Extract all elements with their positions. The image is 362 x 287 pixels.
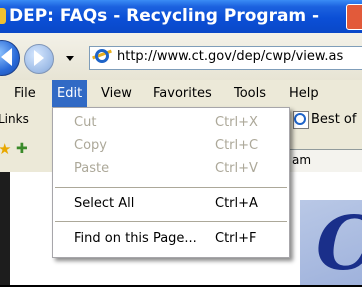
- menu-item-label: Paste: [74, 161, 110, 176]
- menu-item-label: Cut: [74, 115, 97, 130]
- site-logo: C: [316, 204, 362, 284]
- menu-item-label: Find on this Page...: [74, 231, 197, 246]
- menu-item-copy[interactable]: Copy Ctrl+C: [53, 135, 289, 157]
- forward-arrow-icon: [34, 50, 44, 66]
- menu-file[interactable]: File: [9, 80, 41, 107]
- ie-window-icon: [0, 8, 6, 24]
- menu-separator: [55, 221, 287, 222]
- menu-separator: [55, 187, 287, 188]
- menu-item-find[interactable]: Find on this Page... Ctrl+F: [53, 228, 289, 250]
- menu-favorites[interactable]: Favorites: [148, 80, 217, 107]
- history-dropdown-icon[interactable]: [66, 56, 74, 61]
- back-arrow-icon: [1, 48, 12, 66]
- menu-edit[interactable]: Edit: [52, 80, 88, 107]
- menu-item-cut[interactable]: Cut Ctrl+X: [53, 112, 289, 134]
- address-url: http://www.ct.gov/dep/cwp/view.as: [117, 49, 344, 64]
- menu-item-label: Copy: [74, 138, 107, 153]
- links-label: Links: [0, 112, 29, 126]
- menu-item-shortcut: Ctrl+C: [215, 138, 259, 153]
- tab-label: am: [292, 153, 312, 167]
- close-window-button[interactable]: [346, 4, 362, 30]
- add-favorite-icon[interactable]: ✚: [16, 141, 28, 157]
- menu-view[interactable]: View: [96, 80, 137, 107]
- link-best-of[interactable]: Best of: [311, 107, 356, 132]
- menu-item-shortcut: Ctrl+A: [215, 196, 258, 211]
- page-left-edge: [0, 172, 10, 285]
- window-title: DEP: FAQs - Recycling Program -: [9, 6, 320, 26]
- edit-menu-dropdown: Cut Ctrl+X Copy Ctrl+C Paste Ctrl+V Sele…: [52, 107, 290, 258]
- ie-page-icon: [95, 49, 109, 63]
- ie-link-icon: [294, 113, 306, 125]
- menu-item-shortcut: Ctrl+V: [215, 161, 258, 176]
- menu-item-select-all[interactable]: Select All Ctrl+A: [53, 193, 289, 215]
- menu-item-shortcut: Ctrl+X: [215, 115, 258, 130]
- favorites-star-icon[interactable]: ★: [0, 141, 11, 157]
- menu-item-shortcut: Ctrl+F: [215, 231, 257, 246]
- menu-item-paste[interactable]: Paste Ctrl+V: [53, 158, 289, 180]
- menu-item-label: Select All: [74, 196, 135, 211]
- menu-tools[interactable]: Tools: [229, 80, 271, 107]
- menu-help[interactable]: Help: [284, 80, 324, 107]
